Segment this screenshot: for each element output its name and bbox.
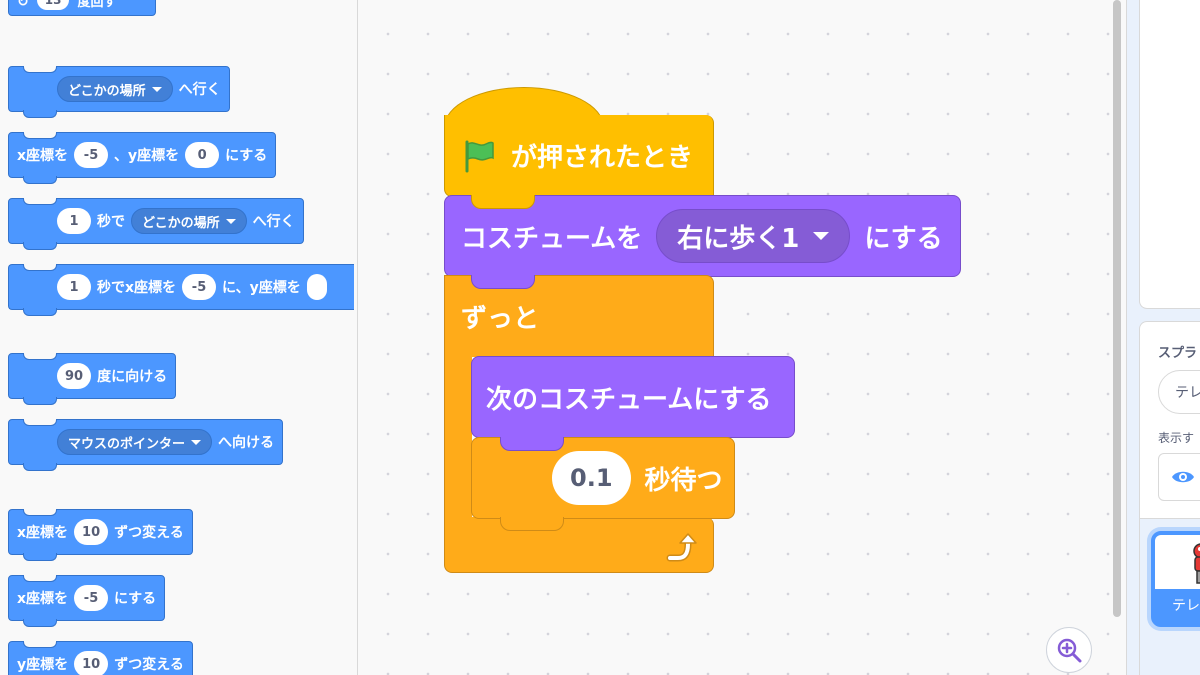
block-text: へ向ける	[218, 435, 275, 451]
sprite-name-value: テレ	[1175, 385, 1200, 401]
block-text: コスチュームを	[461, 223, 643, 254]
menu-value: マウスのポインター	[68, 436, 186, 452]
change-x-block[interactable]: x座標を 10 ずつ変える	[8, 509, 193, 561]
go-to-block[interactable]: どこかの場所 へ行く	[8, 66, 230, 118]
x-input[interactable]: -5	[182, 274, 217, 300]
block-text: y座標を	[17, 657, 69, 673]
wait-seconds-input[interactable]: 0.1	[552, 451, 631, 505]
block-text: にする	[114, 591, 157, 607]
block-text: 度に向ける	[97, 369, 168, 385]
block-text: ずつ変える	[114, 657, 184, 673]
point-towards-menu[interactable]: マウスのポインター	[57, 429, 213, 455]
block-text: 、y座標を	[114, 148, 180, 164]
zoom-in-icon	[1057, 638, 1082, 663]
green-flag-icon	[465, 140, 494, 172]
block-palette[interactable]: ↻ 13 度回す どこかの場所 へ行く x座標を -5 、y座標を 0 にする …	[0, 0, 358, 675]
glide-to-menu[interactable]: どこかの場所	[131, 208, 247, 234]
block-text: ずつ変える	[114, 525, 184, 541]
forever-block-arm[interactable]	[444, 356, 472, 518]
block-text: 度回す	[77, 0, 117, 10]
point-in-direction-block[interactable]: 90 度に向ける	[8, 353, 177, 405]
point-towards-block[interactable]: マウスのポインター へ向ける	[8, 419, 284, 471]
caret-down-icon	[225, 218, 236, 224]
show-sprite-toggle[interactable]	[1158, 453, 1200, 501]
block-text: x座標を	[17, 591, 69, 607]
block-text: x座標を	[17, 148, 69, 164]
set-x-block[interactable]: x座標を -5 にする	[8, 575, 166, 627]
y-input[interactable]: 0	[185, 142, 220, 168]
costume-menu-value: 右に歩く1	[677, 223, 800, 254]
costume-menu[interactable]: 右に歩く1	[656, 209, 851, 263]
change-y-input[interactable]: 10	[74, 651, 109, 675]
block-text: 秒でx座標を	[97, 280, 177, 296]
block-notch	[500, 437, 564, 451]
glide-to-block[interactable]: 1 秒で どこかの場所 へ行く	[8, 198, 304, 250]
y-input-partial[interactable]	[306, 274, 327, 300]
turn-degrees-block[interactable]: ↻ 13 度回す	[8, 0, 156, 16]
block-notch	[471, 275, 535, 289]
script-area-scrollbar[interactable]	[1113, 0, 1121, 617]
block-text: に、y座標を	[222, 280, 301, 296]
secs-input[interactable]: 1	[57, 274, 91, 300]
stage[interactable]	[1139, 0, 1200, 309]
block-text: にする	[225, 148, 268, 164]
show-label: 表示す	[1158, 431, 1195, 445]
block-text: へ行く	[252, 214, 295, 230]
eye-icon	[1172, 471, 1194, 483]
sprite-name-input[interactable]: テレ	[1158, 370, 1200, 414]
turn-arrow-icon: ↻	[17, 0, 29, 10]
block-text: 次のコスチュームにする	[486, 384, 772, 415]
degrees-input[interactable]: 13	[36, 0, 70, 10]
sprite-label: スプラ	[1158, 346, 1198, 361]
caret-down-icon	[191, 439, 202, 445]
sprite-thumbnail	[1155, 535, 1200, 589]
block-notch	[500, 517, 564, 531]
caret-down-icon	[813, 232, 830, 240]
block-notch	[471, 195, 535, 209]
direction-input[interactable]: 90	[57, 363, 92, 389]
change-y-block[interactable]: y座標を 10 ずつ変える	[8, 641, 193, 675]
forever-label: ずっと	[461, 304, 540, 334]
sprite-character-image	[1193, 543, 1200, 584]
change-x-input[interactable]: 10	[74, 519, 109, 545]
block-text: 秒待つ	[644, 465, 723, 496]
menu-value: どこかの場所	[68, 83, 146, 99]
set-x-input[interactable]: -5	[74, 585, 109, 611]
loop-arrow-icon	[666, 533, 697, 562]
go-to-xy-block[interactable]: x座標を -5 、y座標を 0 にする	[8, 132, 277, 184]
block-text: 秒で	[97, 214, 125, 230]
when-flag-clicked-block[interactable]: が押されたとき	[444, 115, 714, 197]
menu-value: どこかの場所	[142, 215, 220, 231]
hat-label: が押されたとき	[511, 143, 694, 173]
block-text: へ行く	[178, 82, 221, 98]
block-text: x座標を	[17, 525, 69, 541]
caret-down-icon	[151, 86, 162, 92]
next-costume-block[interactable]: 次のコスチュームにする	[471, 356, 795, 438]
sprite-info-panel: スプラ テレ 表示す	[1139, 321, 1200, 519]
sprite-tile-name: テレ	[1172, 598, 1200, 614]
zoom-in-button[interactable]	[1046, 627, 1092, 673]
secs-input[interactable]: 1	[57, 208, 91, 234]
block-text: にする	[864, 223, 943, 254]
x-input[interactable]: -5	[74, 142, 109, 168]
go-to-menu[interactable]: どこかの場所	[57, 76, 173, 102]
glide-xy-block[interactable]: 1 秒でx座標を -5 に、y座標を	[8, 264, 354, 316]
